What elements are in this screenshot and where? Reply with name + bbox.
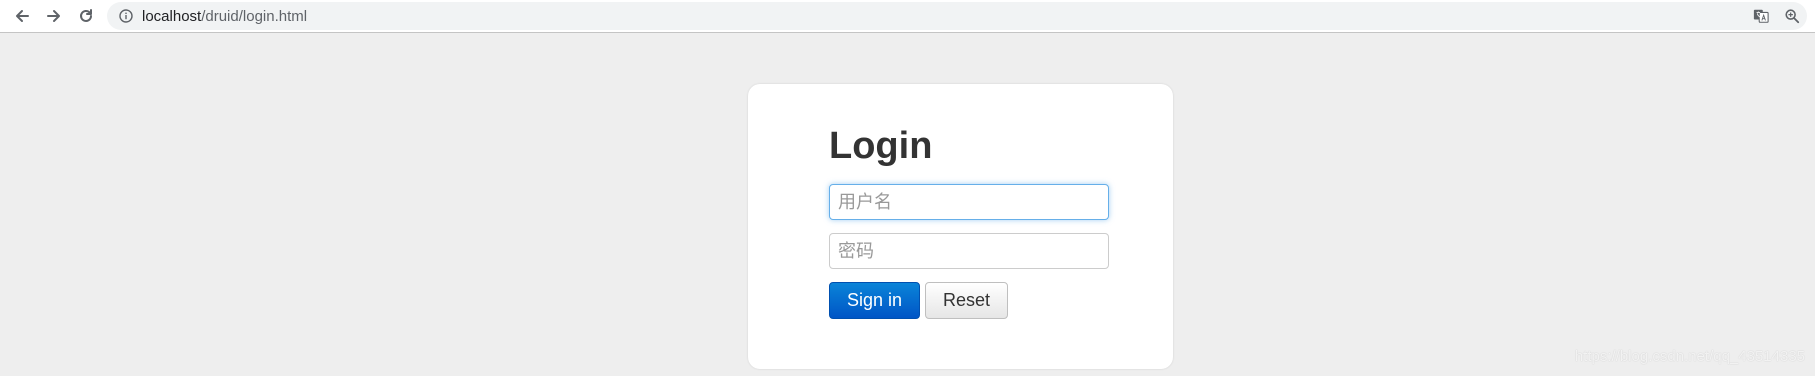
username-input[interactable] [829, 184, 1109, 220]
arrow-left-icon [16, 10, 29, 22]
url-text[interactable]: localhost/druid/login.html [142, 8, 307, 25]
url-host: localhost [142, 8, 202, 25]
signin-button[interactable]: Sign in [829, 282, 920, 319]
translate-icon [1753, 9, 1769, 23]
zoom-icon [1785, 9, 1800, 24]
forward-button[interactable] [42, 4, 66, 28]
back-button[interactable] [10, 4, 34, 28]
password-input[interactable] [829, 233, 1109, 269]
page-title: Login [829, 125, 933, 167]
watermark: https://blog.csdn.net/qq_43514335 [1574, 348, 1805, 365]
translate-button[interactable] [1752, 7, 1770, 25]
browser-toolbar: localhost/druid/login.html [0, 0, 1815, 33]
address-bar[interactable]: localhost/druid/login.html [107, 2, 1807, 30]
url-path: /druid/login.html [201, 8, 308, 25]
reset-button[interactable]: Reset [925, 282, 1008, 319]
info-icon[interactable] [119, 9, 133, 23]
reload-icon [80, 9, 92, 22]
login-card [748, 84, 1173, 369]
zoom-button[interactable] [1783, 7, 1801, 25]
reload-button[interactable] [74, 4, 98, 28]
arrow-right-icon [47, 10, 60, 22]
